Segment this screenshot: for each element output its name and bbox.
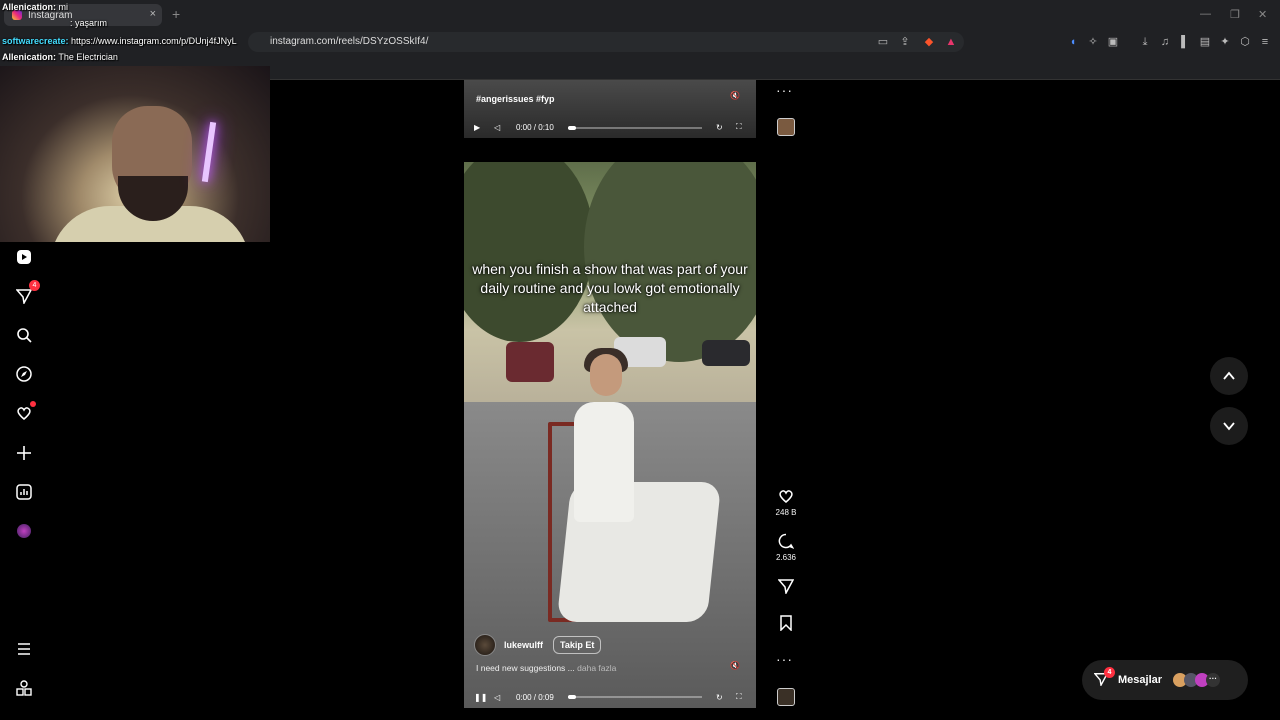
minimize-icon[interactable]: — — [1200, 8, 1211, 20]
like-button[interactable]: 248 B — [774, 488, 798, 517]
comment-icon — [778, 533, 795, 550]
reel-author: lukewulff Takip Et — [474, 634, 602, 656]
previous-reel-video[interactable]: #angerissues #fyp 🔇 ▶ ◁ 0:00 / 0:10 ↻ ⛶ — [464, 80, 756, 138]
rewards-icon[interactable]: ▲ — [944, 35, 958, 49]
also-from-meta-icon[interactable] — [14, 678, 34, 698]
reel-hashtags: #angerissues #fyp — [476, 94, 555, 104]
cast-icon[interactable]: ▭ — [876, 35, 890, 49]
vpn-icon[interactable]: ⬡ — [1238, 35, 1252, 49]
messages-badge: 4 — [1104, 666, 1115, 678]
send-icon — [777, 579, 795, 596]
url-text: instagram.com/reels/DSYzOSSkIf4/ — [270, 36, 429, 47]
create-nav-icon[interactable] — [14, 443, 34, 463]
speech-icon[interactable]: ◖ — [1066, 35, 1080, 49]
video-time: 0:00 / 0:09 — [516, 692, 554, 702]
fullscreen-icon[interactable]: ⛶ — [736, 120, 742, 134]
new-tab-icon[interactable]: + — [172, 6, 180, 22]
extensions-icon[interactable]: ✧ — [1086, 35, 1100, 49]
chevron-up-icon — [1223, 371, 1235, 380]
download-icon[interactable]: ⤓ — [1138, 35, 1152, 49]
volume-icon[interactable]: ◁ — [494, 690, 500, 704]
replay-icon[interactable]: ↻ — [716, 120, 723, 134]
share-button[interactable] — [774, 578, 798, 596]
notification-badge: 4 — [29, 280, 40, 291]
chat-line: Allenication: The Electrician — [2, 52, 118, 62]
fullscreen-icon[interactable]: ⛶ — [736, 690, 742, 704]
video-progress-bar[interactable] — [568, 126, 702, 130]
screenshot-icon[interactable]: ▣ — [1106, 35, 1120, 49]
next-reel-button[interactable] — [1210, 407, 1248, 445]
media-icon[interactable]: ♫ — [1158, 35, 1172, 49]
mute-icon[interactable]: 🔇 — [730, 658, 740, 672]
chat-line: : yaşarım — [70, 18, 108, 28]
video-time: 0:00 / 0:10 — [516, 122, 554, 132]
send-icon: 4 — [1093, 666, 1115, 689]
chat-line: Allenication: mi — [2, 2, 69, 12]
audio-thumbnail[interactable] — [777, 118, 795, 136]
share-icon[interactable]: ⇪ — [898, 35, 912, 49]
profile-avatar[interactable] — [14, 521, 34, 541]
messages-button[interactable]: 4 Mesajlar ··· — [1082, 660, 1248, 700]
sidebar-icon[interactable]: ▌ — [1178, 35, 1192, 49]
explore-nav-icon[interactable] — [14, 364, 34, 384]
maximize-icon[interactable]: ❐ — [1230, 8, 1240, 21]
pause-icon[interactable]: ❚❚ — [474, 690, 487, 704]
notification-dot — [30, 401, 36, 407]
leo-ai-icon[interactable]: ✦ — [1218, 35, 1232, 49]
mute-icon[interactable]: 🔇 — [730, 88, 740, 102]
reel-video[interactable]: when you finish a show that was part of … — [464, 162, 756, 708]
brave-shield-icon[interactable]: ◆ — [922, 35, 936, 49]
messages-label: Mesajlar — [1118, 674, 1163, 686]
search-nav-icon[interactable] — [14, 325, 34, 345]
follow-button[interactable]: Takip Et — [553, 636, 602, 654]
webcam-overlay — [0, 66, 270, 242]
previous-reel-button[interactable] — [1210, 357, 1248, 395]
recent-chat-avatars: ··· — [1173, 673, 1221, 687]
reel-caption: when you finish a show that was part of … — [472, 261, 748, 315]
more-options-icon[interactable]: ··· — [776, 651, 793, 667]
bookmark-icon — [780, 615, 792, 632]
audio-thumbnail[interactable] — [777, 688, 795, 706]
chat-line: softwarecreate: https://www.instagram.co… — [2, 36, 237, 46]
menu-icon[interactable]: ≡ — [1258, 35, 1272, 49]
video-progress-bar[interactable] — [568, 695, 702, 699]
close-window-icon[interactable]: ✕ — [1258, 8, 1267, 21]
heart-icon — [779, 490, 793, 503]
replay-icon[interactable]: ↻ — [716, 690, 723, 704]
wallet-icon[interactable]: ▤ — [1198, 35, 1212, 49]
reels-nav-icon[interactable] — [14, 247, 34, 267]
more-menu-icon[interactable] — [14, 639, 34, 659]
browser-tab-bar: Instagram × + — ❐ ✕ — [0, 0, 1280, 30]
dashboard-nav-icon[interactable] — [14, 482, 34, 502]
comment-count: 2.636 — [775, 553, 797, 562]
more-link[interactable]: daha fazla — [577, 663, 616, 673]
comment-button[interactable]: 2.636 — [774, 533, 798, 562]
chevron-down-icon — [1223, 422, 1235, 431]
direct-messages-nav-icon[interactable]: 4 — [14, 280, 40, 306]
author-username[interactable]: lukewulff — [504, 640, 543, 650]
address-bar[interactable]: instagram.com/reels/DSYzOSSkIf4/ — [248, 32, 964, 52]
volume-icon[interactable]: ◁ — [494, 120, 500, 134]
reel-description: I need new suggestions ... daha fazla — [476, 663, 617, 673]
more-options-icon[interactable]: ··· — [776, 82, 793, 98]
author-avatar[interactable] — [474, 634, 496, 656]
play-icon[interactable]: ▶ — [474, 120, 480, 134]
like-count: 248 B — [775, 508, 797, 517]
notifications-nav-icon[interactable] — [14, 401, 36, 423]
tab-close-icon[interactable]: × — [150, 8, 156, 20]
save-button[interactable] — [774, 615, 798, 633]
